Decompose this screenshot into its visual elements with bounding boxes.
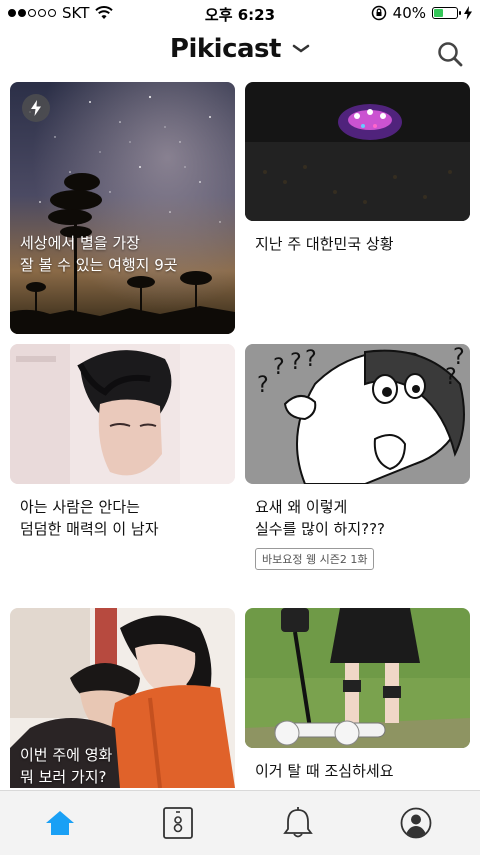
series-tag[interactable]: 바보요정 웽 시즌2 1화 bbox=[255, 548, 375, 570]
feed-card[interactable]: 지난 주 대한민국 상황 bbox=[245, 82, 470, 255]
tab-notifications[interactable] bbox=[280, 805, 316, 841]
card-title: 요새 왜 이렇게 실수를 많이 하지??? bbox=[255, 498, 386, 538]
tab-home[interactable] bbox=[42, 805, 78, 841]
feed-card[interactable]: 이거 탈 때 조심하세요 bbox=[245, 608, 470, 782]
cartoon-image: ??? ??? bbox=[245, 344, 470, 484]
card-title: 세상에서 별을 가장 잘 볼 수 있는 여행지 9곳 bbox=[20, 234, 178, 274]
card-image-crowd[interactable] bbox=[245, 82, 470, 221]
feed-card[interactable]: 세상에서 별을 가장 잘 볼 수 있는 여행지 9곳 bbox=[10, 82, 235, 334]
card-title: 이거 탈 때 조심하세요 bbox=[255, 762, 394, 780]
tab-profile[interactable] bbox=[398, 805, 434, 841]
svg-text:?: ? bbox=[257, 373, 269, 398]
feed-card[interactable]: ??? ??? 요새 왜 이렇게 실수를 많이 하지??? 바보요정 웽 시즌2… bbox=[245, 344, 470, 570]
chevron-down-icon[interactable] bbox=[292, 44, 310, 54]
svg-text:?: ? bbox=[290, 350, 302, 375]
home-icon[interactable] bbox=[44, 809, 76, 837]
card-title: 지난 주 대한민국 상황 bbox=[255, 235, 394, 253]
portrait-image bbox=[10, 344, 235, 484]
battery-icon bbox=[432, 7, 461, 19]
profile-icon[interactable] bbox=[400, 807, 432, 839]
battery-percent: 40% bbox=[392, 4, 426, 22]
card-title: 아는 사람은 안다는 덤덤한 매력의 이 남자 bbox=[20, 498, 159, 538]
content-feed[interactable]: 세상에서 별을 가장 잘 볼 수 있는 여행지 9곳 지난 주 대한민국 상황 … bbox=[0, 82, 480, 790]
app-logo[interactable]: Pikicast bbox=[170, 34, 282, 64]
logo-area[interactable]: Pikicast bbox=[0, 34, 480, 64]
svg-text:?: ? bbox=[273, 355, 285, 380]
svg-text:?: ? bbox=[305, 347, 317, 372]
night-sky-image bbox=[10, 82, 235, 334]
status-bar: SKT 오후 6:23 40% bbox=[0, 0, 480, 26]
search-icon[interactable] bbox=[436, 40, 464, 68]
notification-bell-icon[interactable] bbox=[283, 807, 313, 839]
card-image-couple[interactable]: 이번 주에 영화 뭐 보러 가지? bbox=[10, 608, 235, 788]
card-title: 이번 주에 영화 뭐 보러 가지? bbox=[20, 746, 113, 786]
hoverboard-image bbox=[245, 608, 470, 748]
feed-card[interactable]: 이번 주에 영화 뭐 보러 가지? bbox=[10, 608, 235, 788]
featured-badge bbox=[22, 94, 50, 122]
cards-icon[interactable] bbox=[162, 807, 194, 839]
lightning-icon bbox=[31, 100, 41, 116]
card-image-night-sky[interactable]: 세상에서 별을 가장 잘 볼 수 있는 여행지 9곳 bbox=[10, 82, 235, 334]
status-right: 40% bbox=[371, 4, 472, 22]
feed-card[interactable]: 아는 사람은 안다는 덤덤한 매력의 이 남자 bbox=[10, 344, 235, 540]
bottom-tab-bar bbox=[0, 790, 480, 855]
charging-icon bbox=[464, 6, 472, 20]
card-image-hoverboard[interactable] bbox=[245, 608, 470, 748]
crowd-image bbox=[245, 82, 470, 221]
svg-text:?: ? bbox=[453, 345, 465, 370]
rotation-lock-icon bbox=[371, 5, 386, 21]
card-image-cartoon[interactable]: ??? ??? bbox=[245, 344, 470, 484]
tab-cards[interactable] bbox=[160, 805, 196, 841]
app-header: Pikicast bbox=[0, 26, 480, 83]
card-image-portrait[interactable] bbox=[10, 344, 235, 484]
